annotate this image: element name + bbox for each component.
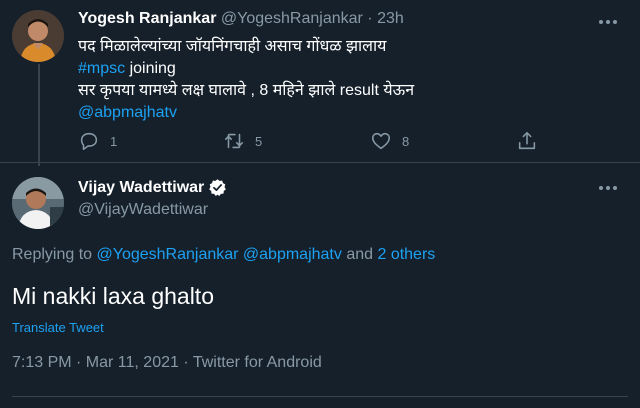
author-handle[interactable]: @VijayWadettiwar [78, 201, 227, 219]
tweet-text-line: पद मिळालेल्यांच्या जॉयनिंगचाही असाच गोंध… [78, 38, 387, 55]
mention-link[interactable]: @abpmajhatv [78, 104, 177, 121]
user-avatar[interactable] [12, 177, 64, 229]
reply-count: 1 [110, 133, 118, 149]
verified-badge-icon [209, 179, 227, 196]
retweet-icon [224, 133, 244, 149]
like-button[interactable]: 8 [370, 128, 409, 154]
author-handle[interactable]: @YogeshRanjankar [221, 10, 363, 27]
parent-tweet[interactable]: Yogesh Ranjankar @YogeshRanjankar · 23h … [0, 0, 640, 166]
tweet-time[interactable]: 23h [377, 10, 404, 27]
heart-icon [371, 132, 391, 150]
tweet-text-line: @abpmajhatv [78, 102, 618, 124]
tweet-text-line: #mpsc joining [78, 58, 618, 80]
retweet-button[interactable]: 5 [223, 128, 262, 154]
tweet-divider [0, 162, 640, 163]
author-name[interactable]: Yogesh Ranjankar [78, 10, 216, 27]
tweet-divider [12, 396, 628, 397]
replying-mentions[interactable]: @YogeshRanjankar @abpmajhatv [97, 246, 342, 263]
more-horizontal-icon[interactable] [596, 10, 620, 34]
main-tweet-text: Mi nakki laxa ghalto [12, 283, 214, 309]
tweet-text-line: सर कृपया यामध्ये लक्ष घालावे , 8 महिने झ… [78, 82, 415, 99]
hashtag-suffix: joining [125, 60, 176, 77]
user-avatar-image [12, 10, 64, 62]
replying-joiner: and [341, 246, 378, 263]
tweet-timestamp[interactable]: 7:13 PM · Mar 11, 2021 · Twitter for And… [12, 354, 322, 372]
meta-separator: · [367, 10, 373, 27]
reply-button[interactable]: 1 [78, 128, 117, 154]
user-avatar-image [12, 177, 64, 229]
share-icon [518, 131, 536, 150]
thread-connector-line [38, 64, 40, 166]
replying-to: Replying to @YogeshRanjankar @abpmajhatv… [12, 246, 435, 264]
parent-tweet-body: पद मिळालेल्यांच्या जॉयनिंगचाही असाच गोंध… [78, 36, 618, 124]
share-button[interactable] [516, 128, 538, 154]
hashtag-link[interactable]: #mpsc [78, 60, 125, 77]
retweet-count: 5 [255, 133, 263, 149]
user-avatar[interactable] [12, 10, 64, 62]
author-name-row[interactable]: Vijay Wadettiwar [78, 178, 227, 197]
translate-tweet-link[interactable]: Translate Tweet [12, 320, 104, 335]
replying-prefix: Replying to [12, 246, 97, 263]
parent-tweet-header: Yogesh Ranjankar @YogeshRanjankar · 23h [78, 10, 404, 28]
replying-others-link[interactable]: 2 others [377, 246, 435, 263]
reply-icon [80, 132, 98, 151]
author-name[interactable]: Vijay Wadettiwar [78, 179, 204, 197]
more-horizontal-icon[interactable] [596, 176, 620, 200]
tweet-actions: 1 5 8 [78, 128, 578, 154]
main-tweet-header: Vijay Wadettiwar @VijayWadettiwar [78, 178, 227, 219]
like-count: 8 [402, 133, 410, 149]
